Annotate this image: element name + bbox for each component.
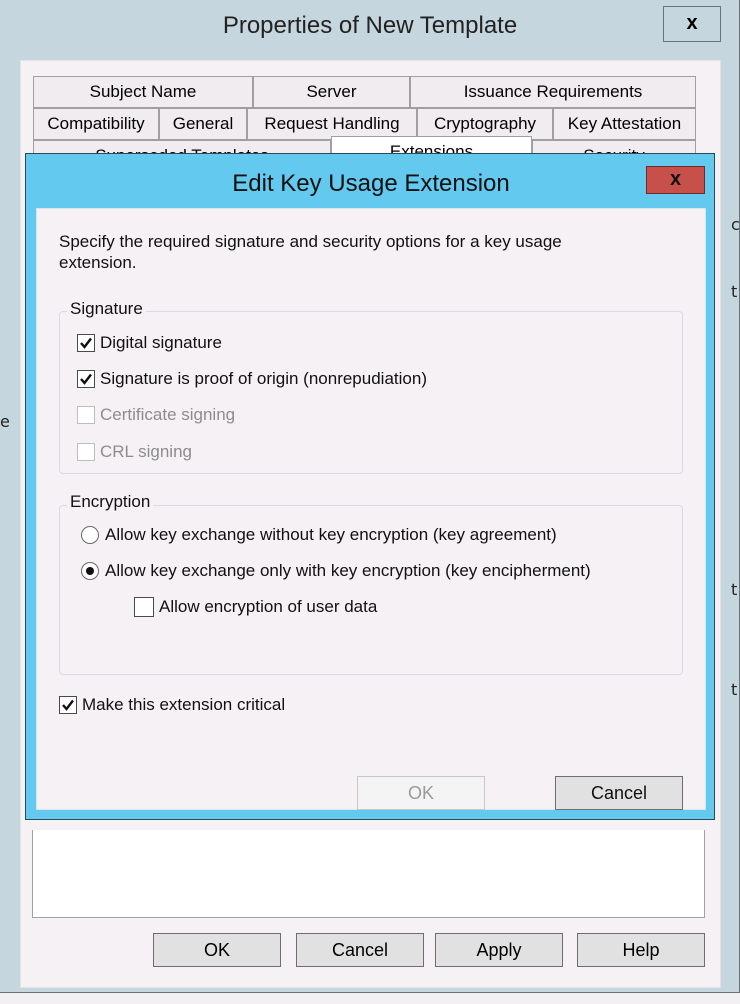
clipped-text: t <box>731 680 738 699</box>
digital-signature-checkbox[interactable]: Digital signature <box>77 333 222 353</box>
dialog-title: Edit Key Usage Extension <box>232 170 510 197</box>
edit-key-usage-dialog: Edit Key Usage Extension x Specify the r… <box>25 153 715 820</box>
checkmark-icon <box>80 337 92 349</box>
signature-group-label: Signature <box>67 299 146 319</box>
radio-label: Allow key exchange only with key encrypt… <box>105 561 591 580</box>
tab-issuance-requirements[interactable]: Issuance Requirements <box>410 76 696 108</box>
checkbox-label: Certificate signing <box>100 405 236 424</box>
dialog-body: Specify the required signature and secur… <box>36 208 706 810</box>
radio-button[interactable] <box>81 526 99 544</box>
checkbox-label: Make this extension critical <box>82 695 286 714</box>
tab-subject-name[interactable]: Subject Name <box>33 76 253 108</box>
checkbox[interactable] <box>134 597 154 617</box>
tab-general[interactable]: General <box>159 108 247 140</box>
tab-key-attestation[interactable]: Key Attestation <box>553 108 696 140</box>
radio-button[interactable] <box>81 562 99 580</box>
dialog-description: Specify the required signature and secur… <box>59 232 562 272</box>
crl-signing-checkbox: CRL signing <box>77 442 192 462</box>
dialog-cancel-button[interactable]: Cancel <box>555 776 683 810</box>
allow-encryption-user-data-checkbox[interactable]: Allow encryption of user data <box>134 597 377 617</box>
checkbox-label: Digital signature <box>100 333 222 352</box>
checkmark-icon <box>62 699 74 711</box>
tab-compatibility[interactable]: Compatibility <box>33 108 159 140</box>
dialog-close-button[interactable]: x <box>646 166 705 194</box>
key-agreement-radio[interactable]: Allow key exchange without key encryptio… <box>81 525 557 545</box>
nonrepudiation-checkbox[interactable]: Signature is proof of origin (nonrepudia… <box>77 369 427 389</box>
clipped-text: c <box>731 215 740 234</box>
extensions-description-box <box>32 830 705 918</box>
checkbox-label: Signature is proof of origin (nonrepudia… <box>100 369 427 388</box>
checkbox-label: CRL signing <box>100 442 192 461</box>
tab-server[interactable]: Server <box>253 76 410 108</box>
radio-selected-dot <box>86 567 94 575</box>
dialog-ok-button[interactable]: OK <box>357 776 485 810</box>
make-critical-checkbox[interactable]: Make this extension critical <box>59 695 285 715</box>
checkbox <box>77 406 95 424</box>
key-encipherment-radio[interactable]: Allow key exchange only with key encrypt… <box>81 561 591 581</box>
checkmark-icon <box>80 373 92 385</box>
cancel-button[interactable]: Cancel <box>296 933 424 967</box>
window-title: Properties of New Template <box>222 12 518 39</box>
apply-button[interactable]: Apply <box>435 933 563 967</box>
checkbox[interactable] <box>77 370 95 388</box>
window-close-button[interactable]: x <box>663 6 721 42</box>
radio-label: Allow key exchange without key encryptio… <box>105 525 557 544</box>
clipped-text: e <box>0 412 10 431</box>
ok-button[interactable]: OK <box>153 933 281 967</box>
checkbox[interactable] <box>77 334 95 352</box>
help-button[interactable]: Help <box>577 933 705 967</box>
certificate-signing-checkbox: Certificate signing <box>77 405 235 425</box>
clipped-text: t <box>731 580 738 599</box>
checkbox <box>77 443 95 461</box>
checkbox-label: Allow encryption of user data <box>159 597 378 616</box>
checkbox[interactable] <box>59 696 77 714</box>
clipped-text: t <box>731 282 738 301</box>
encryption-group-label: Encryption <box>67 492 154 512</box>
